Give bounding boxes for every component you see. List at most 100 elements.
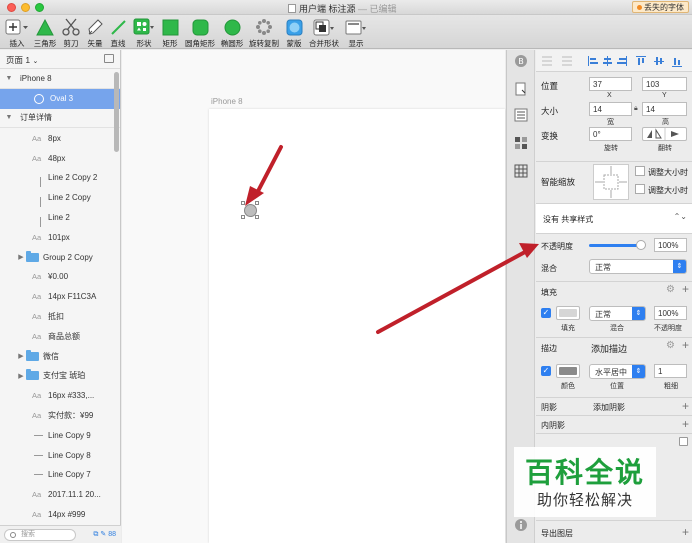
opacity-slider-knob[interactable] [636, 240, 646, 250]
layer-row[interactable]: Aa 实付款：¥99 [0, 406, 120, 426]
fill-color-swatch[interactable] [556, 306, 580, 320]
layer-row[interactable]: Aa 8px [0, 128, 120, 148]
y-input[interactable]: 103 [642, 77, 687, 91]
plus-dropdown-icon [4, 17, 30, 37]
layer-row[interactable]: Aa ¥0.00 [0, 267, 120, 287]
tool-oval[interactable]: 椭圆形 [218, 17, 246, 49]
border-settings-gear-icon[interactable]: ⚙ [666, 340, 675, 351]
canvas[interactable]: iPhone 8 [122, 50, 505, 543]
layer-search-input[interactable]: 搜索 [4, 529, 76, 541]
grid-icon[interactable] [514, 164, 528, 178]
border-position-select[interactable]: 水平居中 ⇕ [589, 364, 646, 379]
fill-blend-select[interactable]: 正常 ⇕ [589, 306, 646, 321]
layer-row[interactable]: Aa 48px [0, 148, 120, 168]
tool-triangle[interactable]: 三角形 [32, 17, 58, 49]
tool-combine-shapes[interactable]: 合并形状 [307, 17, 341, 49]
resize-handle[interactable] [241, 201, 245, 205]
layer-row[interactable]: Aa 14px #999 [0, 505, 120, 525]
tool-rectangle[interactable]: 矩形 [158, 17, 182, 49]
layer-row[interactable]: Aa 14px F11C3A [0, 287, 120, 307]
alignment-icons[interactable] [540, 54, 690, 68]
tool-rotate-copy[interactable]: 旋转复制 [247, 17, 281, 49]
tool-line[interactable]: 直线 [107, 17, 129, 49]
disclosure-collapsed-icon[interactable]: ▶ [16, 372, 26, 380]
style-list-icon[interactable] [514, 108, 528, 122]
layer-label: 101px [48, 232, 70, 242]
layer-row[interactable]: Line Copy 8 [0, 445, 120, 465]
artboard-row[interactable]: ▼ 订单详情 [0, 109, 120, 129]
fill-opacity-input[interactable]: 100% [654, 306, 687, 320]
layers-scrollbar[interactable] [114, 72, 119, 152]
artboard-label[interactable]: iPhone 8 [211, 97, 243, 106]
export-doc-icon[interactable] [514, 82, 528, 96]
add-fill-plus-icon[interactable]: + [682, 282, 689, 296]
layer-row[interactable]: Line Copy 9 [0, 425, 120, 445]
layer-count[interactable]: ⧉ ✎ 88 [93, 530, 116, 539]
layer-row[interactable]: Line 2 [0, 208, 120, 228]
text-layer-icon: Aa [32, 133, 42, 143]
tool-mask[interactable]: 蒙版 [283, 17, 305, 49]
fill-settings-gear-icon[interactable]: ⚙ [666, 284, 675, 295]
border-color-swatch[interactable] [556, 364, 580, 378]
disclosure-expanded-icon[interactable]: ▼ [4, 75, 14, 82]
tool-view[interactable]: 显示 [343, 17, 369, 49]
rotate-input[interactable]: 0° [589, 127, 632, 141]
resizing-constraints-widget[interactable] [593, 164, 629, 200]
minimize-window-button[interactable] [21, 3, 30, 12]
tool-shapes[interactable]: 形状 [132, 17, 156, 49]
resize-handle[interactable] [255, 215, 259, 219]
width-input[interactable]: 14 [589, 102, 632, 116]
disclosure-collapsed-icon[interactable]: ▶ [16, 352, 26, 360]
resize-handle[interactable] [255, 201, 259, 205]
fix-height-icon[interactable] [635, 184, 645, 194]
add-border-label[interactable]: 添加描边 [591, 342, 627, 355]
layer-row[interactable]: Aa 抵扣 [0, 307, 120, 327]
blend-select[interactable]: 正常 ⇕ [589, 259, 687, 274]
border-width-input[interactable]: 1 [654, 364, 687, 378]
components-icon[interactable] [514, 136, 528, 150]
add-export-plus-icon[interactable]: + [682, 525, 689, 539]
resize-handle[interactable] [241, 215, 245, 219]
blur-checkbox[interactable] [679, 437, 688, 446]
layer-row[interactable]: Aa 商品总额 [0, 326, 120, 346]
add-shadow-plus-icon[interactable]: + [682, 399, 689, 413]
layer-row[interactable]: Oval 3 [0, 88, 120, 109]
layer-row[interactable]: ▶ Group 2 Copy [0, 247, 120, 267]
layer-row[interactable]: Aa 2017.11.1 20... [0, 485, 120, 505]
layer-row[interactable]: ▶ 微信 [0, 346, 120, 366]
disclosure-collapsed-icon[interactable]: ▶ [16, 253, 26, 261]
tool-rounded-rectangle[interactable]: 圆角矩形 [183, 17, 217, 49]
gear-tab-icon[interactable]: B [514, 54, 528, 68]
layer-row[interactable]: Aa 101px [0, 227, 120, 247]
close-window-button[interactable] [7, 3, 16, 12]
add-page-icon[interactable] [104, 54, 114, 63]
artboard-iphone-8[interactable] [209, 109, 505, 543]
layer-row[interactable]: Aa 16px #333,... [0, 386, 120, 406]
tool-insert[interactable]: 插入 [4, 17, 30, 49]
info-icon[interactable] [514, 518, 528, 532]
missing-fonts-badge[interactable]: 丢失的字体 [632, 1, 689, 13]
page-selector[interactable]: 页面 1 ⌄ [0, 50, 120, 69]
add-border-plus-icon[interactable]: + [682, 338, 689, 352]
flip-buttons[interactable] [642, 127, 687, 141]
opacity-slider-track[interactable] [589, 244, 641, 247]
lock-ratio-icon[interactable]: 🔒︎ [634, 105, 638, 113]
zoom-window-button[interactable] [35, 3, 44, 12]
opacity-input[interactable]: 100% [654, 238, 687, 252]
artboard-row[interactable]: ▼ iPhone 8 [0, 69, 120, 89]
add-inner-shadow-plus-icon[interactable]: + [682, 417, 689, 431]
fill-enabled-checkbox[interactable]: ✓ [541, 308, 551, 318]
x-input[interactable]: 37 [589, 77, 632, 91]
shared-style-section[interactable]: 没有 共享样式 ⌃⌄ [536, 204, 692, 234]
fix-width-icon[interactable] [635, 166, 645, 176]
border-enabled-checkbox[interactable]: ✓ [541, 366, 551, 376]
layer-row[interactable]: Line Copy 7 [0, 465, 120, 485]
add-shadow-label[interactable]: 添加阴影 [593, 402, 625, 413]
layer-row[interactable]: Line 2 Copy [0, 188, 120, 208]
layer-row[interactable]: Line 2 Copy 2 [0, 168, 120, 188]
disclosure-expanded-icon[interactable]: ▼ [4, 114, 14, 121]
tool-vector[interactable]: 矢量 [84, 17, 106, 49]
layer-row[interactable]: ▶ 支付宝 琥珀 [0, 366, 120, 386]
height-input[interactable]: 14 [642, 102, 687, 116]
tool-scissors[interactable]: 剪刀 [59, 17, 83, 49]
